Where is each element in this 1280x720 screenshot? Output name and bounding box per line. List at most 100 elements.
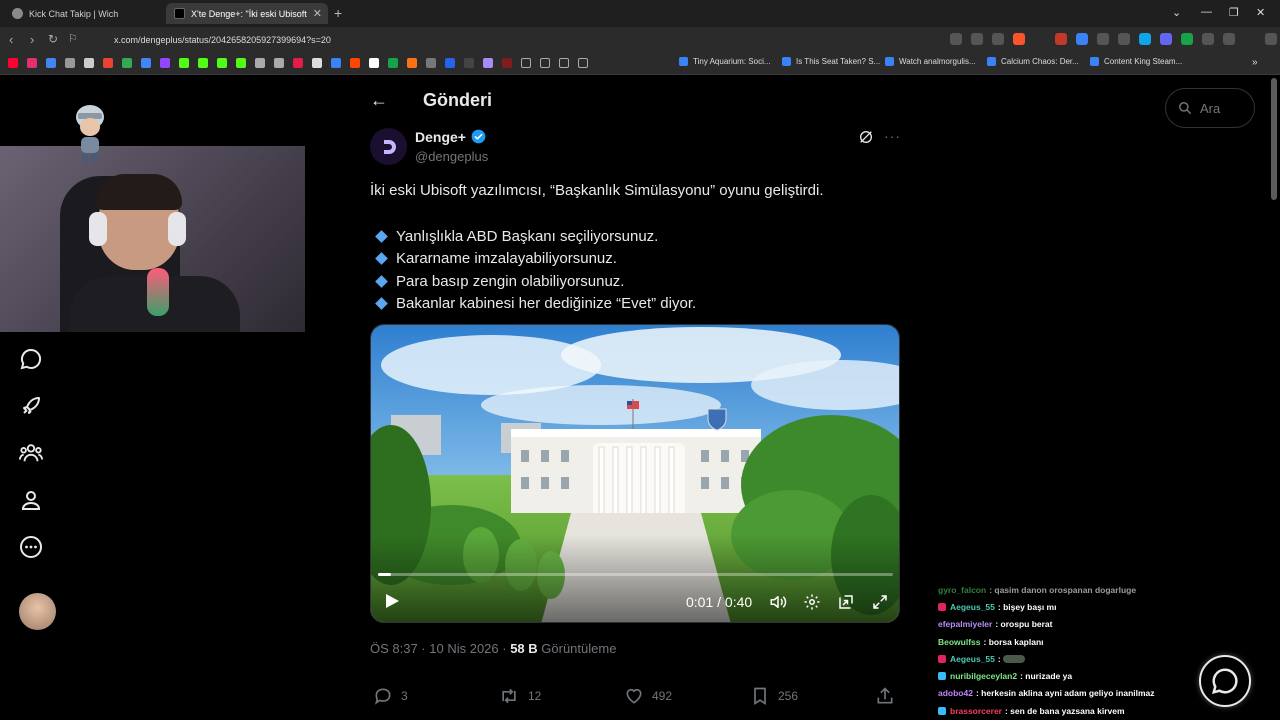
extension-icon[interactable]: [1160, 33, 1172, 45]
new-tab-button[interactable]: +: [334, 5, 342, 21]
communities-icon[interactable]: [19, 441, 43, 465]
bookmark-icon[interactable]: [502, 58, 512, 68]
back-icon[interactable]: ‹: [9, 32, 13, 47]
picture-in-picture-icon[interactable]: [837, 593, 855, 611]
url-field[interactable]: x.com/dengeplus/status/20426582059273996…: [86, 31, 946, 48]
share-icon[interactable]: [992, 33, 1004, 45]
tab-kick-chat[interactable]: Kick Chat Takip | Wich: [4, 3, 164, 24]
chat-username[interactable]: Aegeus_55: [950, 654, 995, 664]
chat-username[interactable]: Aegeus_55: [950, 602, 995, 612]
search-input[interactable]: Ara: [1165, 88, 1255, 128]
twitch-icon[interactable]: [160, 58, 170, 68]
repost-button[interactable]: 12: [498, 686, 541, 706]
bookmark-icon[interactable]: [369, 58, 379, 68]
drive-icon[interactable]: [122, 58, 132, 68]
profile-icon[interactable]: [19, 488, 43, 512]
screen-icon[interactable]: [950, 33, 962, 45]
author-handle[interactable]: @dengeplus: [415, 149, 488, 164]
bookmark-icon[interactable]: [445, 58, 455, 68]
bookmark-icon[interactable]: [426, 58, 436, 68]
fullscreen-icon[interactable]: [871, 593, 889, 611]
chat-username[interactable]: nuribilgeceylan2: [950, 671, 1017, 681]
minimize-button[interactable]: —: [1201, 6, 1212, 18]
like-button[interactable]: 492: [624, 686, 672, 706]
close-tab-icon[interactable]: ✕: [313, 7, 322, 20]
bookmark-icon[interactable]: [46, 58, 56, 68]
folder-icon[interactable]: [578, 58, 588, 68]
post-timestamp[interactable]: ÖS 8:37 · 10 Nis 2026 ·: [370, 641, 510, 656]
extension-icon[interactable]: [1139, 33, 1151, 45]
tab-search-icon[interactable]: ⌄: [1172, 6, 1181, 19]
tab-x-post[interactable]: X'te Denge+: "İki eski Ubisoft ya ✕: [166, 3, 328, 24]
volume-icon[interactable]: [769, 593, 787, 611]
gmail-icon[interactable]: [103, 58, 113, 68]
extension-icon[interactable]: [1055, 33, 1067, 45]
extension-icon[interactable]: [1223, 33, 1235, 45]
close-window-button[interactable]: ✕: [1256, 6, 1265, 19]
zoom-icon[interactable]: [971, 33, 983, 45]
extension-icon[interactable]: [1118, 33, 1130, 45]
media-icon[interactable]: [1265, 33, 1277, 45]
bookmark-icon[interactable]: [255, 58, 265, 68]
youtube-icon[interactable]: [8, 58, 18, 68]
bookmark-item[interactable]: Is This Seat Taken? S...: [782, 57, 880, 66]
chat-username[interactable]: gyro_falcon: [938, 585, 986, 595]
bookmark-icon[interactable]: [65, 58, 75, 68]
extension-icon[interactable]: [1202, 33, 1214, 45]
settings-gear-icon[interactable]: [803, 593, 821, 611]
more-options-icon[interactable]: [19, 535, 43, 559]
bookmark-icon[interactable]: [84, 58, 94, 68]
more-icon[interactable]: ···: [884, 128, 901, 144]
video-progress-bar[interactable]: [378, 573, 893, 576]
chat-username[interactable]: adobo42: [938, 688, 973, 698]
bookmark-icon[interactable]: [388, 58, 398, 68]
messages-button[interactable]: [1199, 655, 1251, 707]
account-avatar[interactable]: [19, 593, 56, 630]
kick-icon[interactable]: [217, 58, 227, 68]
bookmark-icon[interactable]: [483, 58, 493, 68]
chat-username[interactable]: brassorcerer: [950, 706, 1002, 716]
extension-icon[interactable]: [1181, 33, 1193, 45]
chat-username[interactable]: efepalmiyeler: [938, 619, 992, 629]
author-avatar[interactable]: [370, 128, 407, 165]
reddit-icon[interactable]: [350, 58, 360, 68]
folder-icon[interactable]: [540, 58, 550, 68]
kick-icon[interactable]: [198, 58, 208, 68]
reload-icon[interactable]: ↻: [48, 32, 58, 46]
bookmark-icon[interactable]: [274, 58, 284, 68]
scrollbar[interactable]: [1271, 78, 1277, 200]
brave-shield-icon[interactable]: [1013, 33, 1025, 45]
grok-chat-icon[interactable]: [19, 347, 43, 371]
bookmark-item[interactable]: Watch analmorgulis...: [885, 57, 976, 66]
rocket-icon[interactable]: [19, 394, 43, 418]
chat-username[interactable]: Beowulfss: [938, 637, 981, 647]
back-arrow-icon[interactable]: ←: [370, 90, 388, 111]
more-bookmarks-icon[interactable]: »: [1252, 57, 1258, 68]
bookmark-icon[interactable]: [331, 58, 341, 68]
bookmark-icon[interactable]: [293, 58, 303, 68]
share-button[interactable]: [875, 686, 903, 706]
bookmark-button[interactable]: 256: [750, 686, 798, 706]
folder-icon[interactable]: [559, 58, 569, 68]
bookmark-icon[interactable]: [407, 58, 417, 68]
bookmark-item[interactable]: Calcium Chaos: Der...: [987, 57, 1079, 66]
extension-icon[interactable]: [1076, 33, 1088, 45]
kick-icon[interactable]: [236, 58, 246, 68]
author-name[interactable]: Denge+: [415, 129, 466, 145]
x-icon[interactable]: [312, 58, 322, 68]
folder-icon[interactable]: [521, 58, 531, 68]
play-icon[interactable]: [384, 593, 400, 609]
reply-button[interactable]: 3: [373, 686, 408, 706]
grok-icon[interactable]: [858, 129, 874, 145]
bookmark-icon[interactable]: [141, 58, 151, 68]
bookmark-item[interactable]: Tiny Aquarium: Soci...: [679, 57, 771, 66]
maximize-button[interactable]: ❐: [1229, 6, 1239, 19]
video-player[interactable]: 0:01 / 0:40: [370, 324, 900, 623]
kick-icon[interactable]: [179, 58, 189, 68]
instagram-icon[interactable]: [27, 58, 37, 68]
forward-icon[interactable]: ›: [30, 32, 34, 47]
extension-icon[interactable]: [1097, 33, 1109, 45]
bookmark-page-icon[interactable]: ⚐: [68, 32, 78, 45]
bookmark-item[interactable]: Content King Steam...: [1090, 57, 1182, 66]
bookmark-icon[interactable]: [464, 58, 474, 68]
